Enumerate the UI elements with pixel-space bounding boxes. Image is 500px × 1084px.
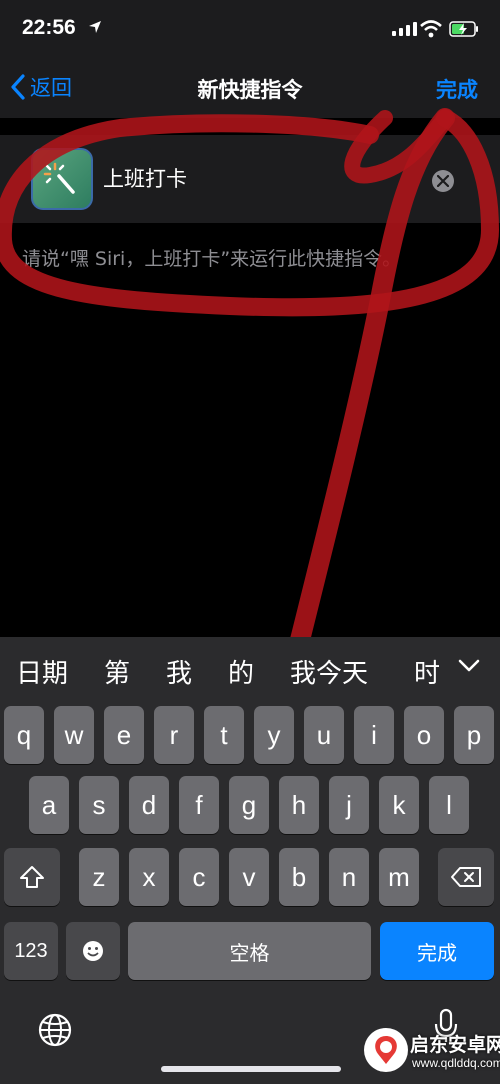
key-t[interactable]: t [204, 706, 244, 764]
magic-wand-icon [43, 162, 75, 194]
close-icon [437, 175, 449, 187]
siri-hint-text: 请说“嘿 Siri，上班打卡”来运行此快捷指令。 [22, 248, 402, 270]
battery-charging-icon [449, 21, 478, 37]
candidate-word[interactable]: 我 [166, 653, 192, 690]
key-y[interactable]: y [254, 706, 294, 764]
return-done-key[interactable]: 完成 [380, 922, 494, 980]
watermark: 启东安卓网 www.qdlddq.com [358, 1020, 500, 1080]
shortcut-name-field[interactable]: 上班打卡 [103, 163, 187, 193]
candidate-bar: 日期 第 我 的 我今天 时 [0, 637, 500, 699]
emoji-key[interactable] [66, 922, 120, 980]
page-title: 新快捷指令 [197, 78, 303, 102]
key-l[interactable]: l [429, 776, 469, 834]
key-z[interactable]: z [79, 848, 119, 906]
delete-key[interactable] [438, 848, 494, 906]
key-u[interactable]: u [304, 706, 344, 764]
numbers-key[interactable]: 123 [4, 922, 58, 980]
key-v[interactable]: v [229, 848, 269, 906]
candidate-word[interactable]: 时 [414, 653, 440, 690]
chevron-down-icon[interactable] [458, 659, 480, 673]
key-x[interactable]: x [129, 848, 169, 906]
space-key[interactable]: 空格 [128, 922, 371, 980]
key-b[interactable]: b [279, 848, 319, 906]
candidate-word[interactable]: 我今天 [290, 653, 368, 690]
key-m[interactable]: m [379, 848, 419, 906]
globe-icon[interactable] [37, 1012, 73, 1048]
watermark-logo [364, 1028, 408, 1072]
navigation-bar: 返回 新快捷指令 完成 [0, 60, 500, 118]
key-j[interactable]: j [329, 776, 369, 834]
done-button[interactable]: 完成 [436, 74, 478, 104]
location-arrow-icon [89, 21, 101, 33]
backspace-icon [451, 867, 481, 887]
key-o[interactable]: o [404, 706, 444, 764]
clear-text-button[interactable] [432, 170, 454, 192]
key-r[interactable]: r [154, 706, 194, 764]
status-bar: 22:56 [0, 0, 500, 60]
key-e[interactable]: e [104, 706, 144, 764]
shift-key[interactable] [4, 848, 60, 906]
key-k[interactable]: k [379, 776, 419, 834]
key-w[interactable]: w [54, 706, 94, 764]
key-i[interactable]: i [354, 706, 394, 764]
key-n[interactable]: n [329, 848, 369, 906]
wifi-icon [420, 20, 442, 38]
key-p[interactable]: p [454, 706, 494, 764]
shortcut-name-row[interactable]: 上班打卡 [0, 135, 500, 223]
candidate-word[interactable]: 日期 [16, 653, 68, 690]
shift-arrow-icon [20, 866, 44, 888]
candidate-word[interactable]: 的 [228, 653, 254, 690]
key-c[interactable]: c [179, 848, 219, 906]
status-time: 22:56 [22, 16, 76, 39]
key-s[interactable]: s [79, 776, 119, 834]
watermark-url: www.qdlddq.com [412, 1056, 500, 1070]
key-g[interactable]: g [229, 776, 269, 834]
key-f[interactable]: f [179, 776, 219, 834]
key-h[interactable]: h [279, 776, 319, 834]
watermark-logo-icon [366, 1030, 406, 1070]
shortcut-icon[interactable] [31, 148, 93, 210]
watermark-title: 启东安卓网 [410, 1034, 500, 1056]
key-a[interactable]: a [29, 776, 69, 834]
candidate-word[interactable]: 第 [104, 653, 130, 690]
cellular-signal-icon [392, 22, 417, 36]
key-d[interactable]: d [129, 776, 169, 834]
home-indicator [161, 1066, 341, 1072]
emoji-icon [83, 941, 103, 961]
key-q[interactable]: q [4, 706, 44, 764]
